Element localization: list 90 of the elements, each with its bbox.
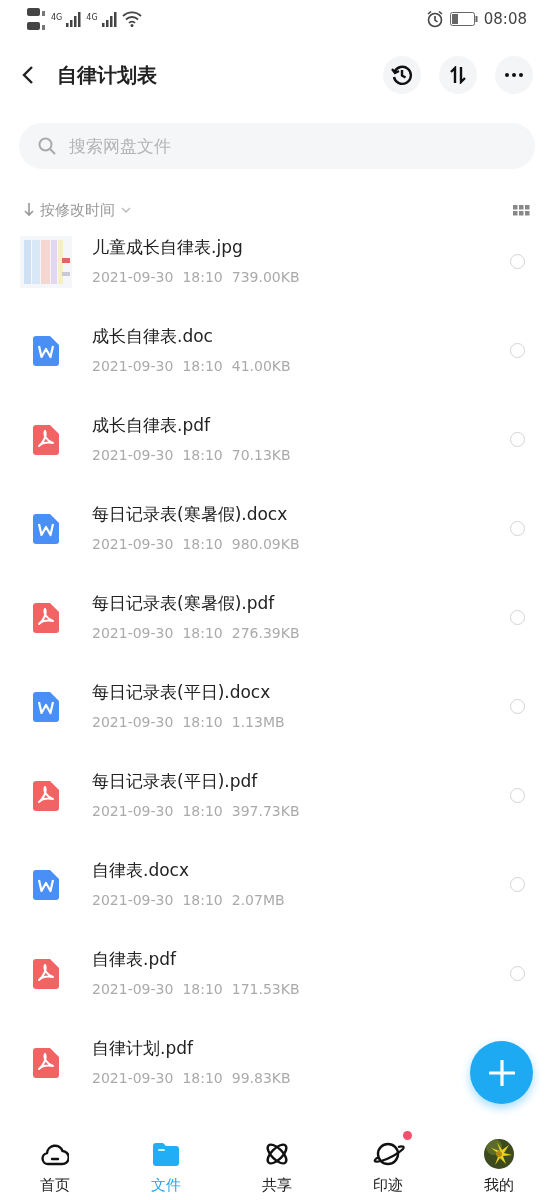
file-time: 18:10 — [182, 801, 223, 821]
file-date: 2021-09-30 — [92, 356, 174, 376]
file-size: 171.53KB — [231, 979, 300, 999]
pdf-document-icon — [33, 1047, 59, 1078]
file-name: 每日记录表(平日).docx — [92, 681, 272, 705]
chevron-down-icon — [121, 207, 131, 213]
file-row[interactable]: 成长自律表.pdf 2021-09-30 18:10 70.13KB — [0, 395, 554, 484]
word-document-icon — [33, 335, 59, 366]
battery-icon — [449, 12, 478, 26]
file-name: 自律表.docx — [92, 859, 190, 883]
plus-icon — [488, 1059, 515, 1086]
file-size: 1.13MB — [231, 712, 285, 732]
file-row[interactable]: 每日记录表(平日).docx 2021-09-30 18:10 1.13MB — [0, 662, 554, 751]
nav-tab[interactable]: 我的 — [443, 1120, 554, 1200]
nav-tab[interactable]: 首页 — [0, 1120, 111, 1200]
file-size: 276.39KB — [231, 623, 300, 643]
wifi-icon — [121, 11, 142, 27]
pdf-document-icon — [33, 780, 59, 811]
file-time: 18:10 — [182, 1068, 223, 1088]
word-document-icon — [33, 691, 59, 722]
file-date: 2021-09-30 — [92, 534, 174, 554]
file-time: 18:10 — [182, 979, 223, 999]
file-name: 成长自律表.pdf — [92, 414, 212, 438]
file-time: 18:10 — [182, 623, 223, 643]
sort-button[interactable] — [439, 56, 477, 94]
history-button[interactable] — [383, 56, 421, 94]
file-name: 每日记录表(平日).pdf — [92, 770, 259, 794]
file-size: 70.13KB — [231, 445, 291, 465]
file-date: 2021-09-30 — [92, 890, 174, 910]
file-row[interactable]: 自律计划.pdf 2021-09-30 18:10 99.83KB — [0, 1018, 554, 1107]
more-button[interactable] — [495, 56, 533, 94]
hd-icon — [27, 6, 47, 32]
file-name: 每日记录表(寒暑假).pdf — [92, 592, 276, 616]
file-size: 99.83KB — [231, 1068, 291, 1088]
page-title: 自律计划表 — [57, 62, 158, 89]
file-size: 2.07MB — [231, 890, 285, 910]
file-size: 41.00KB — [231, 356, 291, 376]
file-name: 每日记录表(寒暑假).docx — [92, 503, 289, 527]
file-date: 2021-09-30 — [92, 801, 174, 821]
add-button[interactable] — [470, 1041, 533, 1104]
file-name: 儿童成长自律表.jpg — [92, 236, 244, 260]
file-time: 18:10 — [182, 356, 223, 376]
word-document-icon — [33, 513, 59, 544]
status-time: 08:08 — [483, 8, 527, 30]
file-date: 2021-09-30 — [92, 267, 174, 287]
file-row[interactable]: 每日记录表(寒暑假).docx 2021-09-30 18:10 980.09KB — [0, 484, 554, 573]
search-icon — [38, 137, 56, 155]
network-label: 4G — [86, 12, 98, 24]
file-row[interactable]: 每日记录表(寒暑假).pdf 2021-09-30 18:10 276.39KB — [0, 573, 554, 662]
file-row[interactable]: 自律表.pdf 2021-09-30 18:10 171.53KB — [0, 929, 554, 1018]
signal-icon — [66, 11, 83, 27]
file-size: 397.73KB — [231, 801, 300, 821]
file-size: 980.09KB — [231, 534, 300, 554]
down-arrow-icon — [24, 203, 34, 217]
search-field[interactable]: 搜索网盘文件 — [19, 123, 535, 169]
grid-icon — [513, 204, 530, 216]
signal-icon — [101, 11, 118, 27]
file-date: 2021-09-30 — [92, 445, 174, 465]
pdf-document-icon — [33, 424, 59, 455]
orbit-icon — [264, 1141, 290, 1167]
file-date: 2021-09-30 — [92, 979, 174, 999]
history-icon — [391, 64, 413, 86]
file-name: 自律计划.pdf — [92, 1037, 195, 1061]
pdf-document-icon — [33, 958, 59, 989]
file-time: 18:10 — [182, 712, 223, 732]
file-time: 18:10 — [182, 445, 223, 465]
file-date: 2021-09-30 — [92, 1068, 174, 1088]
file-date: 2021-09-30 — [92, 623, 174, 643]
cloud-icon — [41, 1142, 70, 1166]
file-name: 成长自律表.doc — [92, 325, 214, 349]
nav-tab[interactable]: 印迹 — [332, 1120, 444, 1200]
file-name: 自律表.pdf — [92, 948, 178, 972]
file-row[interactable]: 自律表.docx 2021-09-30 18:10 2.07MB — [0, 840, 554, 929]
folder-icon — [153, 1142, 180, 1166]
alarm-icon — [425, 10, 444, 28]
back-icon — [22, 65, 34, 85]
file-row[interactable]: 成长自律表.doc 2021-09-30 18:10 41.00KB — [0, 306, 554, 395]
network-label: 4G — [51, 12, 63, 24]
nav-tab[interactable]: 共享 — [221, 1120, 333, 1200]
file-time: 18:10 — [182, 890, 223, 910]
file-date: 2021-09-30 — [92, 712, 174, 732]
pdf-document-icon — [33, 602, 59, 633]
file-row[interactable]: 每日记录表(平日).pdf 2021-09-30 18:10 397.73KB — [0, 751, 554, 840]
file-size: 739.00KB — [231, 267, 300, 287]
sort-arrows-icon — [449, 66, 467, 84]
word-document-icon — [33, 869, 59, 900]
grid-view-button[interactable] — [513, 204, 530, 216]
more-icon — [505, 73, 523, 77]
file-time: 18:10 — [182, 534, 223, 554]
file-time: 18:10 — [182, 267, 223, 287]
